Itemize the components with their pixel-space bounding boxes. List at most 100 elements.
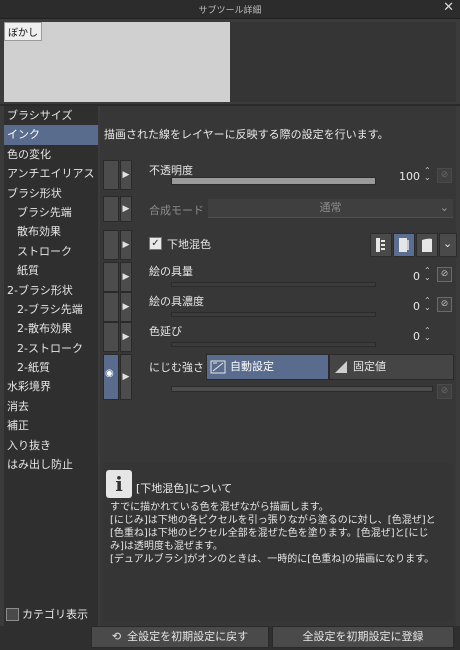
color-stretch-slider[interactable] <box>171 342 376 347</box>
close-icon[interactable]: ✕ <box>443 1 454 15</box>
paint-density-expand-arrow[interactable]: ▶ <box>120 292 132 322</box>
opacity-spinner[interactable]: ⌃ ⌄ <box>424 167 431 182</box>
sidebar-item[interactable]: 2-散布効果 <box>4 319 98 338</box>
mix-mode-overlay-button[interactable] <box>416 233 438 257</box>
opacity-pressure-button[interactable]: ⊘ <box>437 168 452 183</box>
blend-mode-value: 通常 <box>319 201 342 214</box>
blur-strength-label: にじむ強さ <box>149 361 204 374</box>
underlying-mix-checkbox[interactable]: ✓ <box>149 237 162 250</box>
register-all-settings-button[interactable]: 全設定を初期設定に登録 <box>272 626 454 648</box>
sidebar-item[interactable]: 2-ストローク <box>4 339 98 358</box>
paint-amount-value[interactable]: 0 <box>400 270 420 283</box>
blur-strength-fixed-label: 固定値 <box>353 360 386 373</box>
mix-mode-icon <box>399 238 409 252</box>
blur-strength-auto-button[interactable]: 自動設定 <box>206 354 329 380</box>
sidebar-item[interactable]: 消去 <box>4 397 98 416</box>
paint-amount-label: 絵の具量 <box>149 265 193 278</box>
opacity-slider-fill <box>172 178 375 184</box>
reset-icon: ⟲ <box>111 630 122 643</box>
blur-strength-mode-group: 自動設定 固定値 <box>206 354 454 380</box>
blur-strength-pressure-button[interactable]: ⊘ <box>437 384 452 399</box>
info-line: すでに描かれている色を混ぜながら描画します。 <box>110 502 329 513</box>
mix-mode-blur-button[interactable] <box>370 233 392 257</box>
sidebar-item[interactable]: アンチエイリアス <box>4 164 98 183</box>
category-show-checkbox[interactable] <box>6 607 19 621</box>
paint-density-pressure-button[interactable]: ⊘ <box>437 297 452 312</box>
info-icon: i <box>106 470 132 498</box>
color-stretch-value[interactable]: 0 <box>400 330 420 343</box>
opacity-expand-arrow[interactable]: ▶ <box>120 160 132 190</box>
sidebar-item[interactable]: 散布効果 <box>4 222 98 241</box>
category-show-label: カテゴリ表示 <box>22 608 88 621</box>
preview-label: ぼかし <box>4 22 42 41</box>
mix-mode-dropdown[interactable]: ⌄ <box>439 233 457 257</box>
title-bar: サブツール詳細 ✕ <box>0 0 460 19</box>
blend-mode-lock-toggle[interactable] <box>103 196 119 222</box>
blur-strength-visibility-toggle[interactable]: ◉ <box>103 354 119 400</box>
blur-mode-icon <box>376 238 385 252</box>
sidebar-item[interactable]: 2-紙質 <box>4 358 98 377</box>
color-stretch-lock-toggle[interactable] <box>103 322 119 352</box>
info-line: [にじみ]は下地の各ピクセルを引っ張りながら塗るのに対し、[色混ぜ]と <box>110 515 436 526</box>
sidebar-item[interactable]: 水彩境界 <box>4 377 98 396</box>
sidebar-item[interactable]: 入り抜き <box>4 436 98 455</box>
sidebar-item[interactable]: 2-ブラシ形状 <box>4 281 98 300</box>
color-stretch-label: 色延び <box>149 325 182 338</box>
info-text: すでに描かれている色を混ぜながら描画します。 [にじみ]は下地の各ピクセルを引っ… <box>110 501 455 566</box>
opacity-value[interactable]: 100 <box>388 170 420 183</box>
chevron-down-icon: ⌄ <box>443 237 453 250</box>
sidebar-item[interactable]: インク <box>4 125 98 145</box>
sidebar-item[interactable]: ブラシサイズ <box>4 106 98 125</box>
reset-all-settings-button[interactable]: ⟲ 全設定を初期設定に戻す <box>91 626 269 648</box>
opacity-label: 不透明度 <box>149 164 193 177</box>
paint-amount-spinner[interactable]: ⌃ ⌄ <box>424 267 431 282</box>
auto-setting-icon <box>210 360 226 374</box>
register-all-settings-label: 全設定を初期設定に登録 <box>302 630 424 643</box>
blur-strength-auto-label: 自動設定 <box>230 360 274 373</box>
blend-mode-expand-arrow[interactable]: ▶ <box>120 196 132 222</box>
underlying-mix-expand-arrow[interactable]: ▶ <box>120 230 132 260</box>
underlying-mix-lock-toggle[interactable] <box>103 230 119 260</box>
blur-strength-fixed-button[interactable]: 固定値 <box>329 354 454 380</box>
sidebar-item[interactable]: ブラシ形状 <box>4 184 98 203</box>
category-show-toggle[interactable]: カテゴリ表示 <box>6 606 88 622</box>
info-line: [デュアルブラシ]がオンのときは、一時的に[色重ね]の描画になります。 <box>110 554 435 565</box>
overlay-mode-icon <box>422 238 432 252</box>
paint-amount-pressure-button[interactable]: ⊘ <box>437 267 452 282</box>
paint-density-spinner[interactable]: ⌃ ⌄ <box>424 297 431 312</box>
info-title: [下地混色]について <box>136 482 233 495</box>
window-title: サブツール詳細 <box>198 6 262 16</box>
preview-side-area <box>230 22 456 102</box>
sidebar-item[interactable]: 2-ブラシ先端 <box>4 300 98 319</box>
blur-strength-slider[interactable] <box>171 386 433 392</box>
sidebar-item[interactable]: 補正 <box>4 416 98 435</box>
eye-icon: ◉ <box>105 368 114 379</box>
mix-mode-group: ⌄ <box>370 233 458 257</box>
paint-density-value[interactable]: 0 <box>400 300 420 313</box>
paint-density-label: 絵の具濃度 <box>149 295 204 308</box>
paint-amount-lock-toggle[interactable] <box>103 262 119 292</box>
reset-all-settings-label: 全設定を初期設定に戻す <box>127 630 249 643</box>
paint-density-slider[interactable] <box>171 312 376 317</box>
info-line: み]は透明度も混ぜます。 <box>110 541 223 552</box>
mix-mode-mix-button[interactable] <box>393 233 415 257</box>
blend-mode-label: 合成モード <box>149 204 204 217</box>
color-stretch-expand-arrow[interactable]: ▶ <box>120 322 132 352</box>
paint-density-lock-toggle[interactable] <box>103 292 119 322</box>
paint-amount-expand-arrow[interactable]: ▶ <box>120 262 132 292</box>
brush-preview: ぼかし <box>4 22 230 102</box>
info-line: [色重ね]は下地のピクセル全部を混ぜた色を塗ります。[色混ぜ]と[にじ <box>110 528 429 539</box>
sidebar-item[interactable]: はみ出し防止 <box>4 455 98 474</box>
opacity-slider[interactable] <box>171 177 376 185</box>
opacity-lock-toggle[interactable] <box>103 160 119 190</box>
sidebar-item[interactable]: 紙質 <box>4 261 98 280</box>
sidebar-item[interactable]: ブラシ先端 <box>4 203 98 222</box>
sidebar-item[interactable]: ストローク <box>4 242 98 261</box>
blend-mode-select[interactable]: 通常 ⌄ <box>208 199 453 218</box>
sidebar-item[interactable]: 色の変化 <box>4 145 98 164</box>
category-sidebar: ブラシサイズ インク 色の変化 アンチエイリアス ブラシ形状 ブラシ先端 散布効果 ストローク… <box>4 106 98 626</box>
blur-strength-expand-arrow[interactable]: ▶ <box>120 354 132 400</box>
paint-amount-slider[interactable] <box>171 282 376 287</box>
category-description: 描画された線をレイヤーに反映する際の設定を行います。 <box>104 128 389 141</box>
color-stretch-spinner[interactable]: ⌃ ⌄ <box>424 327 431 342</box>
